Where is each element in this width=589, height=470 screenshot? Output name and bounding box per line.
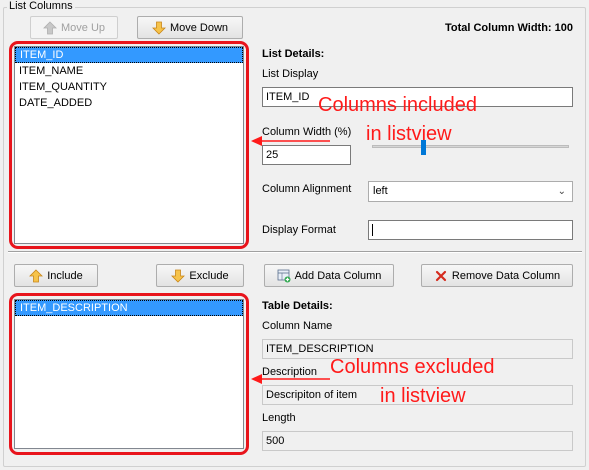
arrow-included xyxy=(251,136,330,146)
annotation-arrows xyxy=(251,136,330,384)
arrow-excluded xyxy=(251,374,330,384)
